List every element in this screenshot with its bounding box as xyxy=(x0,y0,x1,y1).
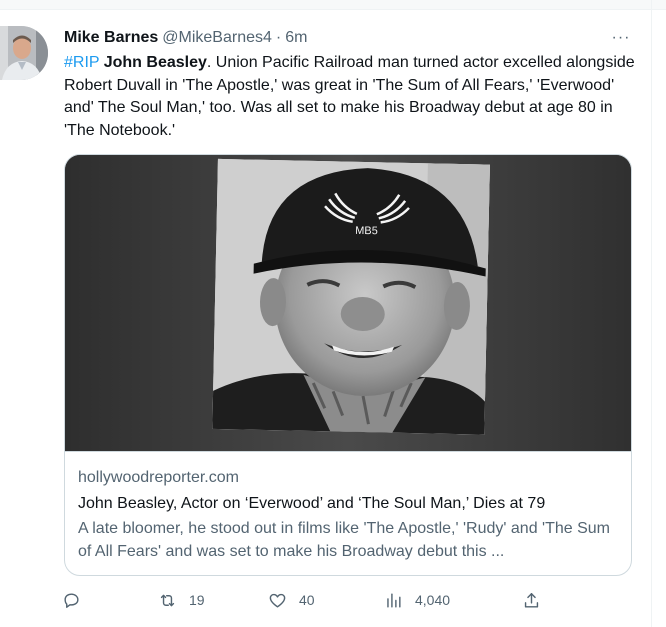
tweet-actions: 19 40 4,040 xyxy=(62,588,562,612)
retweet-button[interactable]: 19 xyxy=(158,588,205,612)
card-body: hollywoodreporter.com John Beasley, Acto… xyxy=(78,467,623,563)
tweet-text: #RIP John Beasley. Union Pacific Railroa… xyxy=(64,52,636,142)
hashtag-link[interactable]: #RIP xyxy=(64,54,99,71)
timeline-border xyxy=(651,0,652,627)
card-image[interactable]: MB5 xyxy=(65,155,631,452)
top-divider xyxy=(0,0,666,10)
share-icon xyxy=(524,592,539,608)
card-description: A late bloomer, he stood out in films li… xyxy=(78,520,610,560)
retweet-count: 19 xyxy=(189,592,205,608)
heart-icon xyxy=(269,593,286,608)
tweet-header: Mike Barnes @MikeBarnes4 · 6m xyxy=(64,27,307,49)
like-button[interactable]: 40 xyxy=(268,588,315,612)
reply-icon xyxy=(64,592,79,608)
separator-dot: · xyxy=(275,29,282,46)
analytics-icon xyxy=(387,592,401,608)
author-name[interactable]: Mike Barnes xyxy=(64,29,158,47)
more-options-button[interactable]: ··· xyxy=(606,27,636,49)
cap-logo-text: MB5 xyxy=(355,225,378,237)
tweet-timestamp[interactable]: 6m xyxy=(285,29,307,47)
card-title: John Beasley, Actor on ‘Everwood’ and ‘T… xyxy=(78,495,546,512)
views-count: 4,040 xyxy=(415,592,451,608)
avatar-photo xyxy=(0,26,48,80)
portrait-photo: MB5 xyxy=(65,155,631,451)
author-handle[interactable]: @MikeBarnes4 xyxy=(162,29,272,47)
more-icon: ··· xyxy=(611,29,631,46)
avatar[interactable] xyxy=(0,26,48,80)
retweet-icon xyxy=(160,594,175,606)
like-count: 40 xyxy=(299,592,315,608)
card-domain: hollywoodreporter.com xyxy=(78,469,239,486)
bold-name: John Beasley xyxy=(103,54,207,71)
views-button[interactable]: 4,040 xyxy=(384,588,450,612)
share-button[interactable] xyxy=(522,588,541,612)
link-preview-card[interactable]: MB5 hollywoodreporter.com John Beasley, … xyxy=(64,154,632,576)
reply-button[interactable] xyxy=(62,588,93,612)
